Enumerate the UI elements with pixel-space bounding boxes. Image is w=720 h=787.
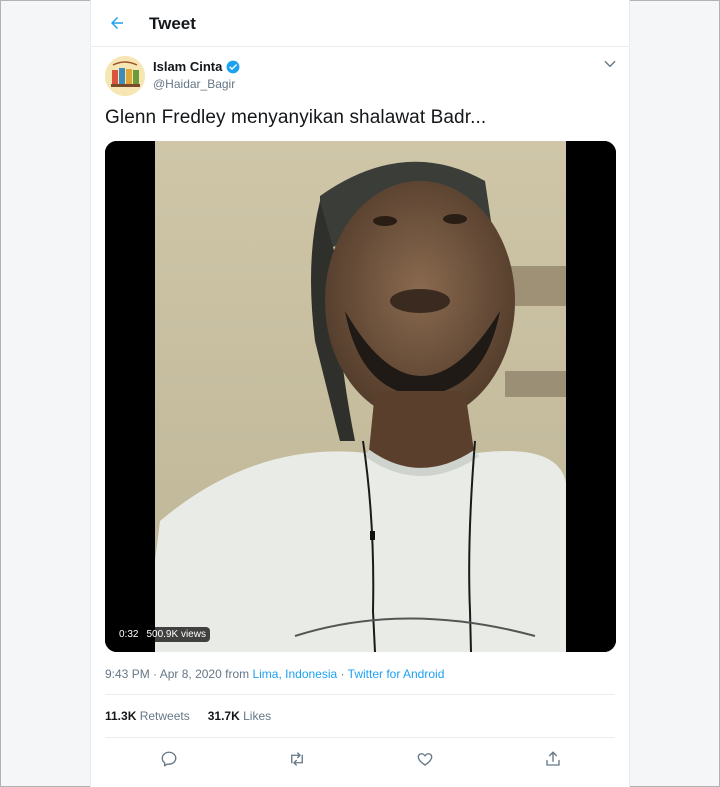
video-frame-image <box>105 141 616 652</box>
page-header: Tweet <box>91 0 629 47</box>
author-name-row[interactable]: Islam Cinta <box>153 59 240 74</box>
likes-label: Likes <box>243 709 272 723</box>
share-button[interactable] <box>542 748 564 770</box>
reply-button[interactable] <box>158 748 180 770</box>
likes-count: 31.7K <box>207 709 240 723</box>
avatar[interactable] <box>105 56 145 96</box>
tweet-meta: 9:43 PM · Apr 8, 2020 from Lima, Indones… <box>105 667 444 681</box>
likes-stat[interactable]: 31.7K Likes <box>208 709 271 723</box>
meta-separator: · <box>340 667 345 681</box>
share-icon <box>546 751 560 766</box>
tweet-date[interactable]: Apr 8, 2020 <box>160 667 222 681</box>
like-icon <box>417 753 433 766</box>
tweet-text: Glenn Fredley menyanyikan shalawat Badr.… <box>105 107 487 128</box>
action-bar <box>105 746 615 772</box>
tweet-location-link[interactable]: Lima, Indonesia <box>252 667 337 681</box>
video-player[interactable]: 0:32 500.9K views <box>105 141 616 652</box>
like-button[interactable] <box>414 748 436 770</box>
divider <box>105 737 615 738</box>
video-duration: 0:32 <box>119 629 139 640</box>
retweets-count: 11.3K <box>105 709 137 723</box>
author-name: Islam Cinta <box>153 59 223 74</box>
retweets-stat[interactable]: 11.3K Retweets <box>105 709 190 723</box>
avatar-logo-icon <box>105 56 145 96</box>
video-views: 500.9K views <box>146 629 206 640</box>
retweet-icon <box>291 752 303 766</box>
video-info-badge: 0:32 500.9K views <box>115 627 210 642</box>
tweet-time[interactable]: 9:43 PM <box>105 667 150 681</box>
tweet-source-link[interactable]: Twitter for Android <box>348 667 445 681</box>
reply-icon <box>161 751 177 767</box>
retweets-label: Retweets <box>139 709 190 723</box>
more-options-button[interactable] <box>603 57 619 71</box>
retweet-button[interactable] <box>286 748 308 770</box>
back-button[interactable] <box>105 11 129 35</box>
tweet-stats: 11.3K Retweets 31.7K Likes <box>105 709 271 723</box>
divider <box>105 694 615 695</box>
meta-separator: · <box>153 667 158 681</box>
tweet-column: Tweet Islam Cinta @Haidar_Bagir Glenn Fr… <box>90 0 630 787</box>
author-handle[interactable]: @Haidar_Bagir <box>153 77 235 91</box>
arrow-left-icon <box>111 17 123 29</box>
page-title: Tweet <box>149 14 196 33</box>
chevron-down-icon <box>604 60 616 68</box>
meta-from-label: from <box>225 667 250 681</box>
verified-badge-icon <box>226 60 240 73</box>
